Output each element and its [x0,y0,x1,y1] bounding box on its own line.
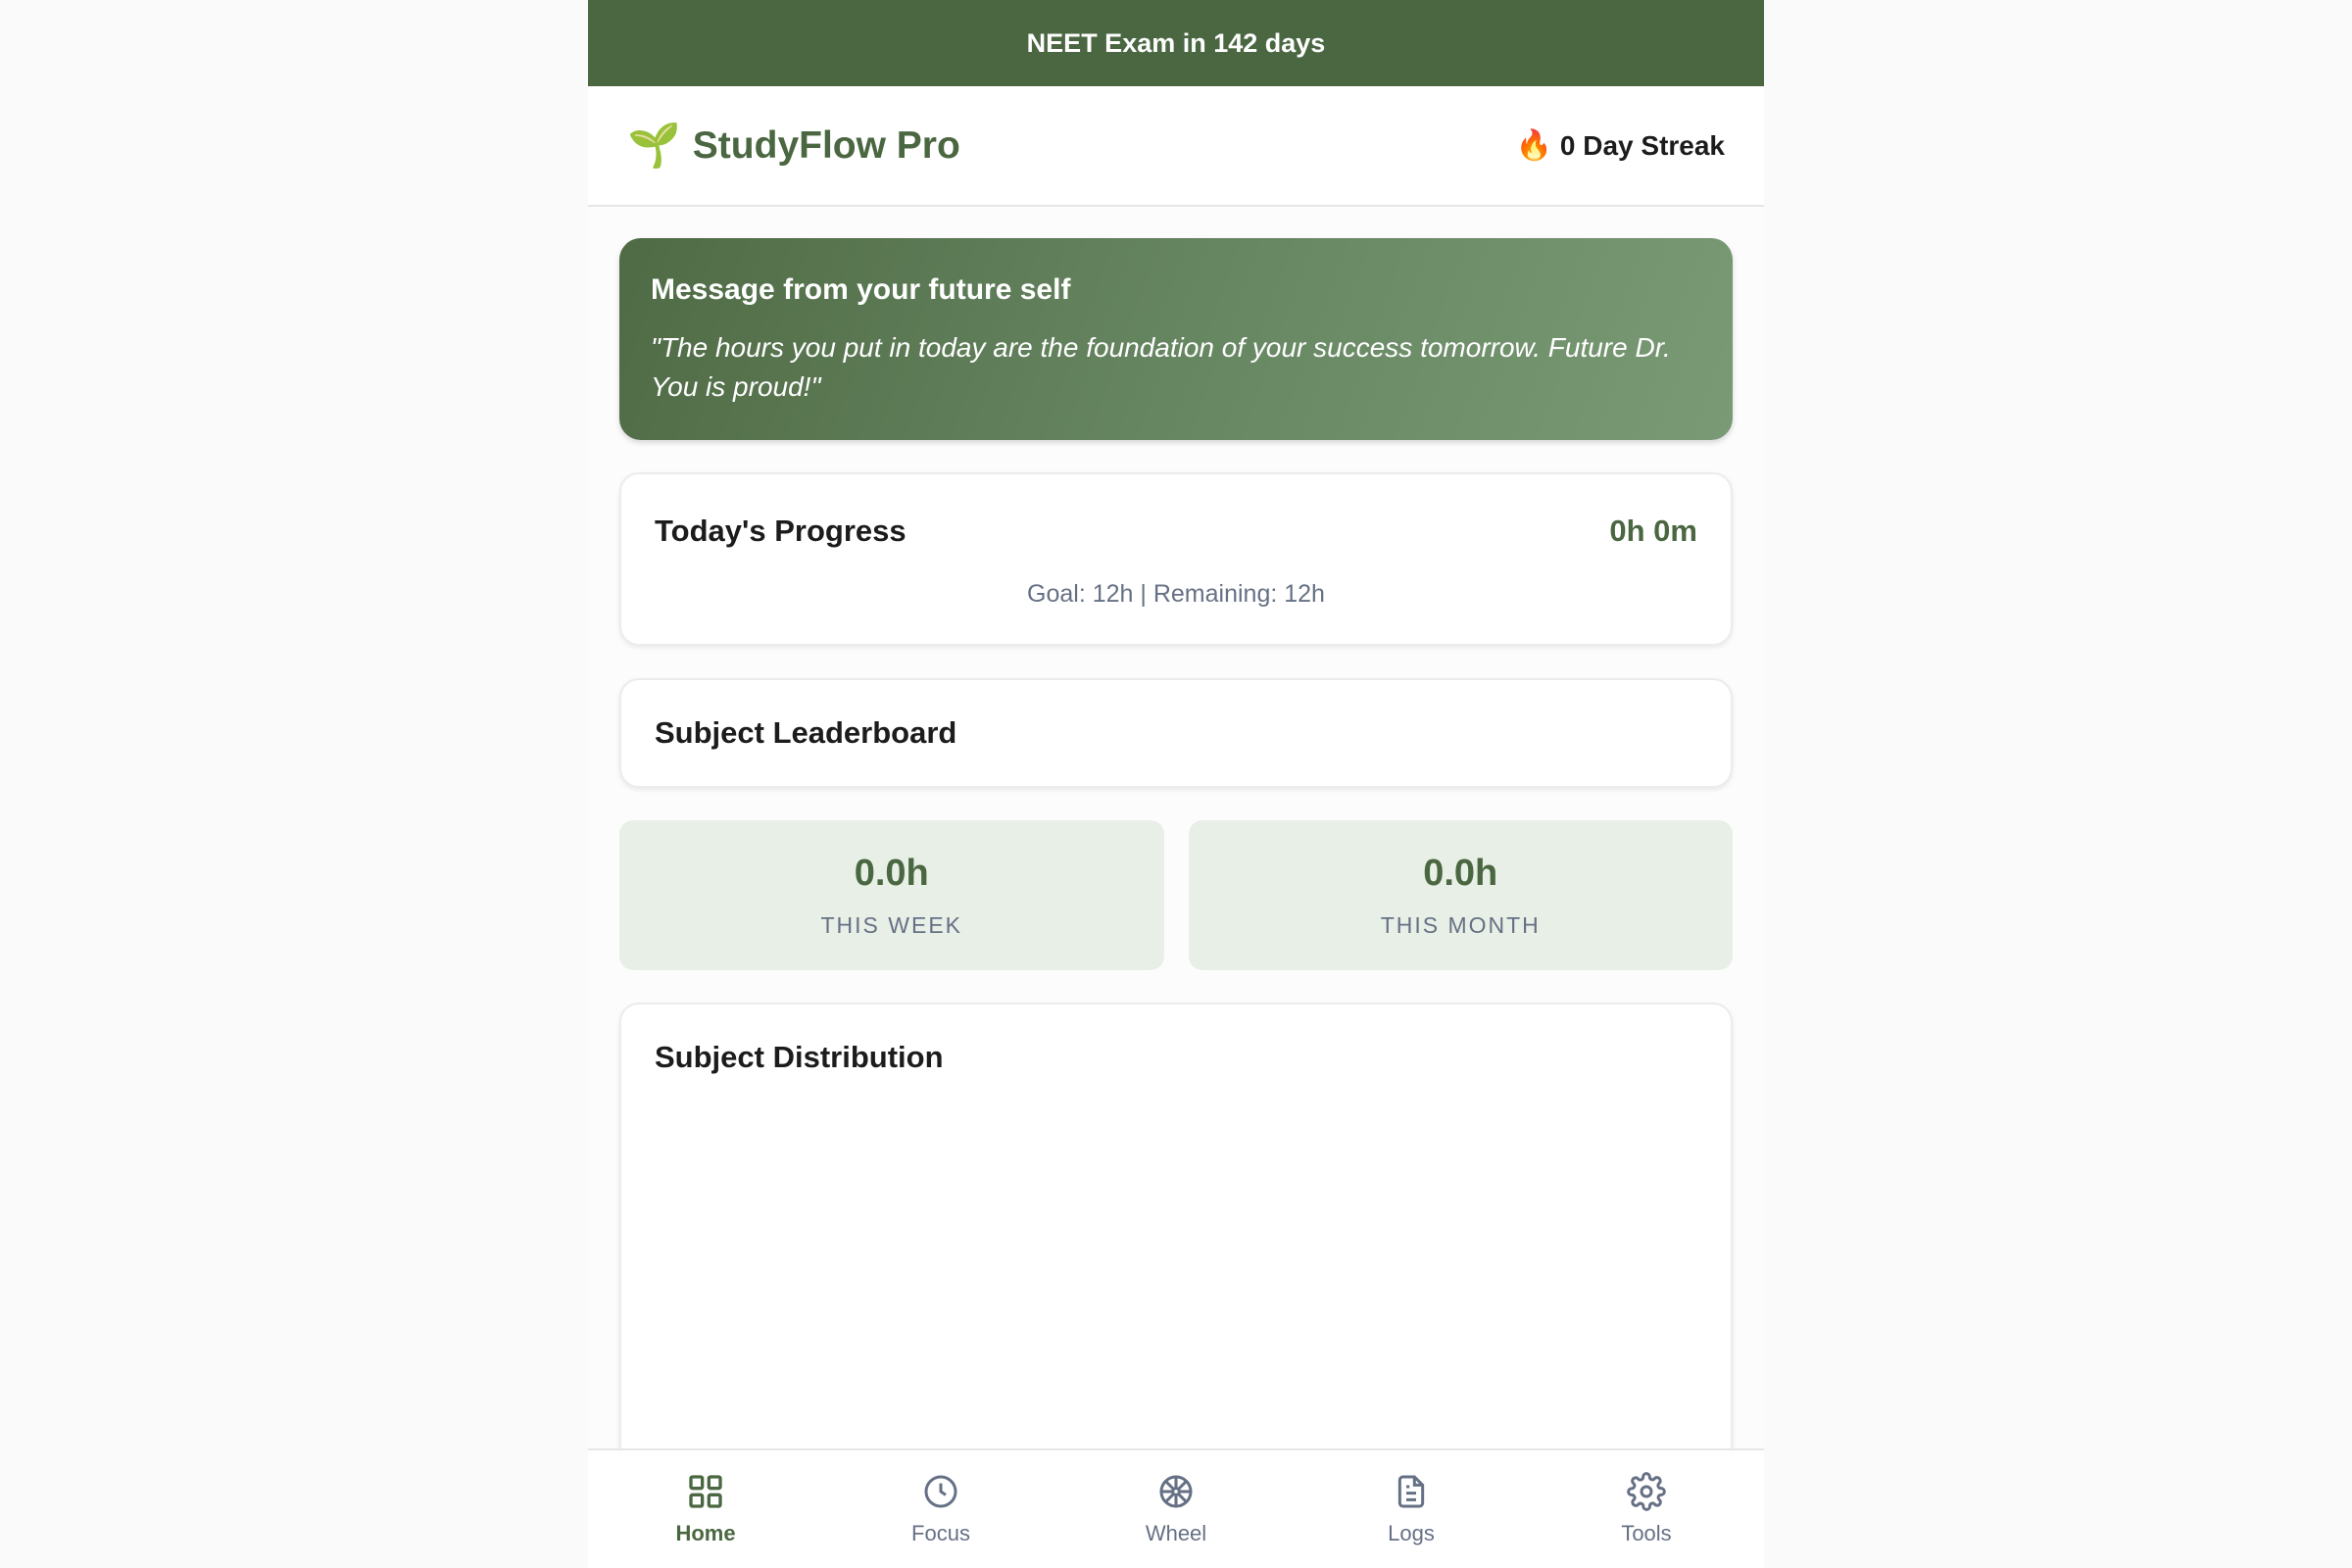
exam-countdown-text: NEET Exam in 142 days [1026,27,1326,58]
progress-goal-text: Goal: 12h | Remaining: 12h [1027,580,1325,608]
fire-icon: 🔥 [1515,129,1552,162]
document-icon [1392,1472,1431,1511]
leaderboard-title: Subject Leaderboard [655,715,957,750]
app-shell: NEET Exam in 142 days 🌱 StudyFlow Pro 🔥 … [588,0,1764,1568]
stat-this-week: 0.0h THIS WEEK [619,820,1164,970]
progress-time: 0h 0m [1609,514,1697,548]
app-header: 🌱 StudyFlow Pro 🔥 0 Day Streak [588,86,1764,207]
progress-title: Today's Progress [655,514,906,548]
nav-item-focus[interactable]: Focus [853,1472,1029,1546]
stat-value: 0.0h [1423,852,1498,894]
subject-leaderboard-card: Subject Leaderboard [619,678,1733,788]
app-title: StudyFlow Pro [692,123,960,167]
stat-this-month: 0.0h THIS MONTH [1188,820,1733,970]
clock-icon [921,1472,960,1511]
grid-icon [686,1472,725,1511]
quote-text: "The hours you put in today are the foun… [651,332,1671,402]
stat-label: THIS WEEK [820,911,962,938]
brand[interactable]: 🌱 StudyFlow Pro [627,121,960,170]
nav-item-logs[interactable]: Logs [1323,1472,1499,1546]
todays-progress-card: Today's Progress 0h 0m Goal: 12h | Remai… [619,472,1733,646]
bottom-navigation: Home Focus Wheel Logs Tools [588,1448,1764,1568]
subject-distribution-card: Subject Distribution [619,1003,1733,1493]
quote-title: Message from your future self [651,273,1071,306]
stats-row: 0.0h THIS WEEK 0.0h THIS MONTH [619,820,1733,970]
nav-label: Home [675,1521,736,1545]
nav-item-home[interactable]: Home [617,1472,794,1546]
stat-value: 0.0h [854,852,929,894]
streak-text: 0 Day Streak [1559,129,1725,161]
streak-indicator: 🔥 0 Day Streak [1516,128,1725,163]
nav-item-tools[interactable]: Tools [1558,1472,1735,1546]
main-content: Message from your future self "The hours… [588,207,1764,1493]
nav-label: Tools [1621,1521,1672,1545]
wheel-icon [1156,1472,1196,1511]
gear-icon [1627,1472,1666,1511]
nav-label: Focus [911,1521,970,1545]
nav-label: Logs [1388,1521,1435,1545]
nav-item-wheel[interactable]: Wheel [1088,1472,1264,1546]
nav-label: Wheel [1145,1521,1207,1545]
distribution-title: Subject Distribution [655,1040,944,1074]
exam-countdown-banner: NEET Exam in 142 days [588,0,1764,86]
stat-label: THIS MONTH [1380,911,1541,938]
seedling-icon: 🌱 [627,121,681,170]
future-self-message-card: Message from your future self "The hours… [619,238,1733,440]
